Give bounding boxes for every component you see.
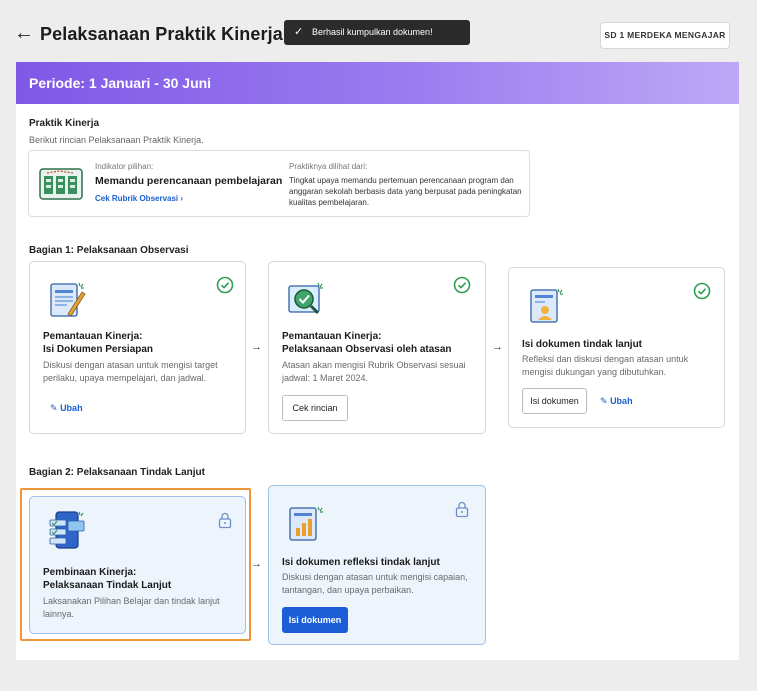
arrow-right-icon: → <box>492 341 503 353</box>
arrow-right-icon: → <box>251 341 262 353</box>
step-card-observasi-atasan: Pemantauan Kinerja: Pelaksanaan Observas… <box>268 261 486 434</box>
isi-dokumen-button[interactable]: Isi dokumen <box>522 388 587 414</box>
check-circle-icon <box>216 276 234 294</box>
indikator-box: Indikator pilihan: Memandu perencanaan p… <box>28 150 530 217</box>
period-banner: Periode: 1 Januari - 30 Juni <box>16 62 739 104</box>
page-header: ← Pelaksanaan Praktik Kinerja ✓ Berhasil… <box>0 0 757 62</box>
toast-message: Berhasil kumpulkan dokumen! <box>312 27 433 37</box>
step-card-refleksi-tindak-lanjut: Isi dokumen refleksi tindak lanjut Disku… <box>268 485 486 645</box>
step-title-line1: Pemantauan Kinerja: <box>43 331 143 342</box>
pencil-icon: ✎ <box>600 396 608 406</box>
indikator-label: Indikator pilihan: <box>95 162 154 171</box>
planning-board-icon <box>39 168 83 200</box>
ubah-link[interactable]: ✎ Ubah <box>50 403 83 414</box>
step-title-line2: Pelaksanaan Observasi oleh atasan <box>282 344 452 355</box>
highlight-frame <box>20 488 251 641</box>
cek-rubrik-link[interactable]: Cek Rubrik Observasi › <box>95 194 183 203</box>
check-circle-icon <box>453 276 471 294</box>
chart-document-icon <box>289 506 323 541</box>
praktik-subtitle: Berikut rincian Pelaksanaan Praktik Kine… <box>29 135 204 145</box>
step-title: Isi dokumen tindak lanjut <box>522 339 643 350</box>
dilihat-label: Praktiknya dilihat dari: <box>289 162 368 171</box>
indikator-value: Memandu perencanaan pembelajaran <box>95 175 283 187</box>
step-title-line1: Pemantauan Kinerja: <box>282 331 382 342</box>
step-description: Refleksi dan diskusi dengan atasan untuk… <box>522 354 689 377</box>
step-title-line2: Isi Dokumen Persiapan <box>43 344 154 355</box>
step-card-dokumen-persiapan: Pemantauan Kinerja: Isi Dokumen Persiapa… <box>29 261 246 434</box>
document-person-icon <box>530 288 563 323</box>
document-pen-icon <box>50 282 86 317</box>
arrow-right-icon: → <box>251 558 262 570</box>
cek-rincian-button[interactable]: Cek rincian <box>282 395 348 421</box>
praktik-title: Praktik Kinerja <box>29 118 100 129</box>
ubah-label: Ubah <box>60 403 83 413</box>
success-toast: ✓ Berhasil kumpulkan dokumen! <box>284 20 470 45</box>
bagian2-title: Bagian 2: Pelaksanaan Tindak Lanjut <box>29 467 205 478</box>
bagian1-title: Bagian 1: Pelaksanaan Observasi <box>29 245 189 256</box>
back-arrow-icon[interactable]: ← <box>14 22 36 44</box>
isi-dokumen-refleksi-button[interactable]: Isi dokumen <box>282 607 348 633</box>
step-description: Diskusi dengan atasan untuk mengisi capa… <box>282 572 468 595</box>
lock-icon <box>455 501 469 518</box>
school-selector-button[interactable]: SD 1 MERDEKA MENGAJAR <box>600 22 730 49</box>
step-title: Isi dokumen refleksi tindak lanjut <box>282 557 440 568</box>
magnifier-check-icon <box>288 282 323 315</box>
step-description: Diskusi dengan atasan untuk mengisi targ… <box>43 360 218 383</box>
page-title: Pelaksanaan Praktik Kinerja <box>40 24 283 44</box>
dilihat-text: Tingkat upaya memandu pertemuan perencan… <box>289 176 522 207</box>
pencil-icon: ✎ <box>50 403 58 413</box>
ubah-link[interactable]: ✎ Ubah <box>600 396 633 407</box>
step-description: Atasan akan mengisi Rubrik Observasi ses… <box>282 360 466 383</box>
ubah-label: Ubah <box>610 396 633 406</box>
step-card-tindak-lanjut: Isi dokumen tindak lanjut Refleksi dan d… <box>508 267 725 428</box>
checkmark-icon: ✓ <box>294 26 304 38</box>
check-circle-icon <box>693 282 711 300</box>
